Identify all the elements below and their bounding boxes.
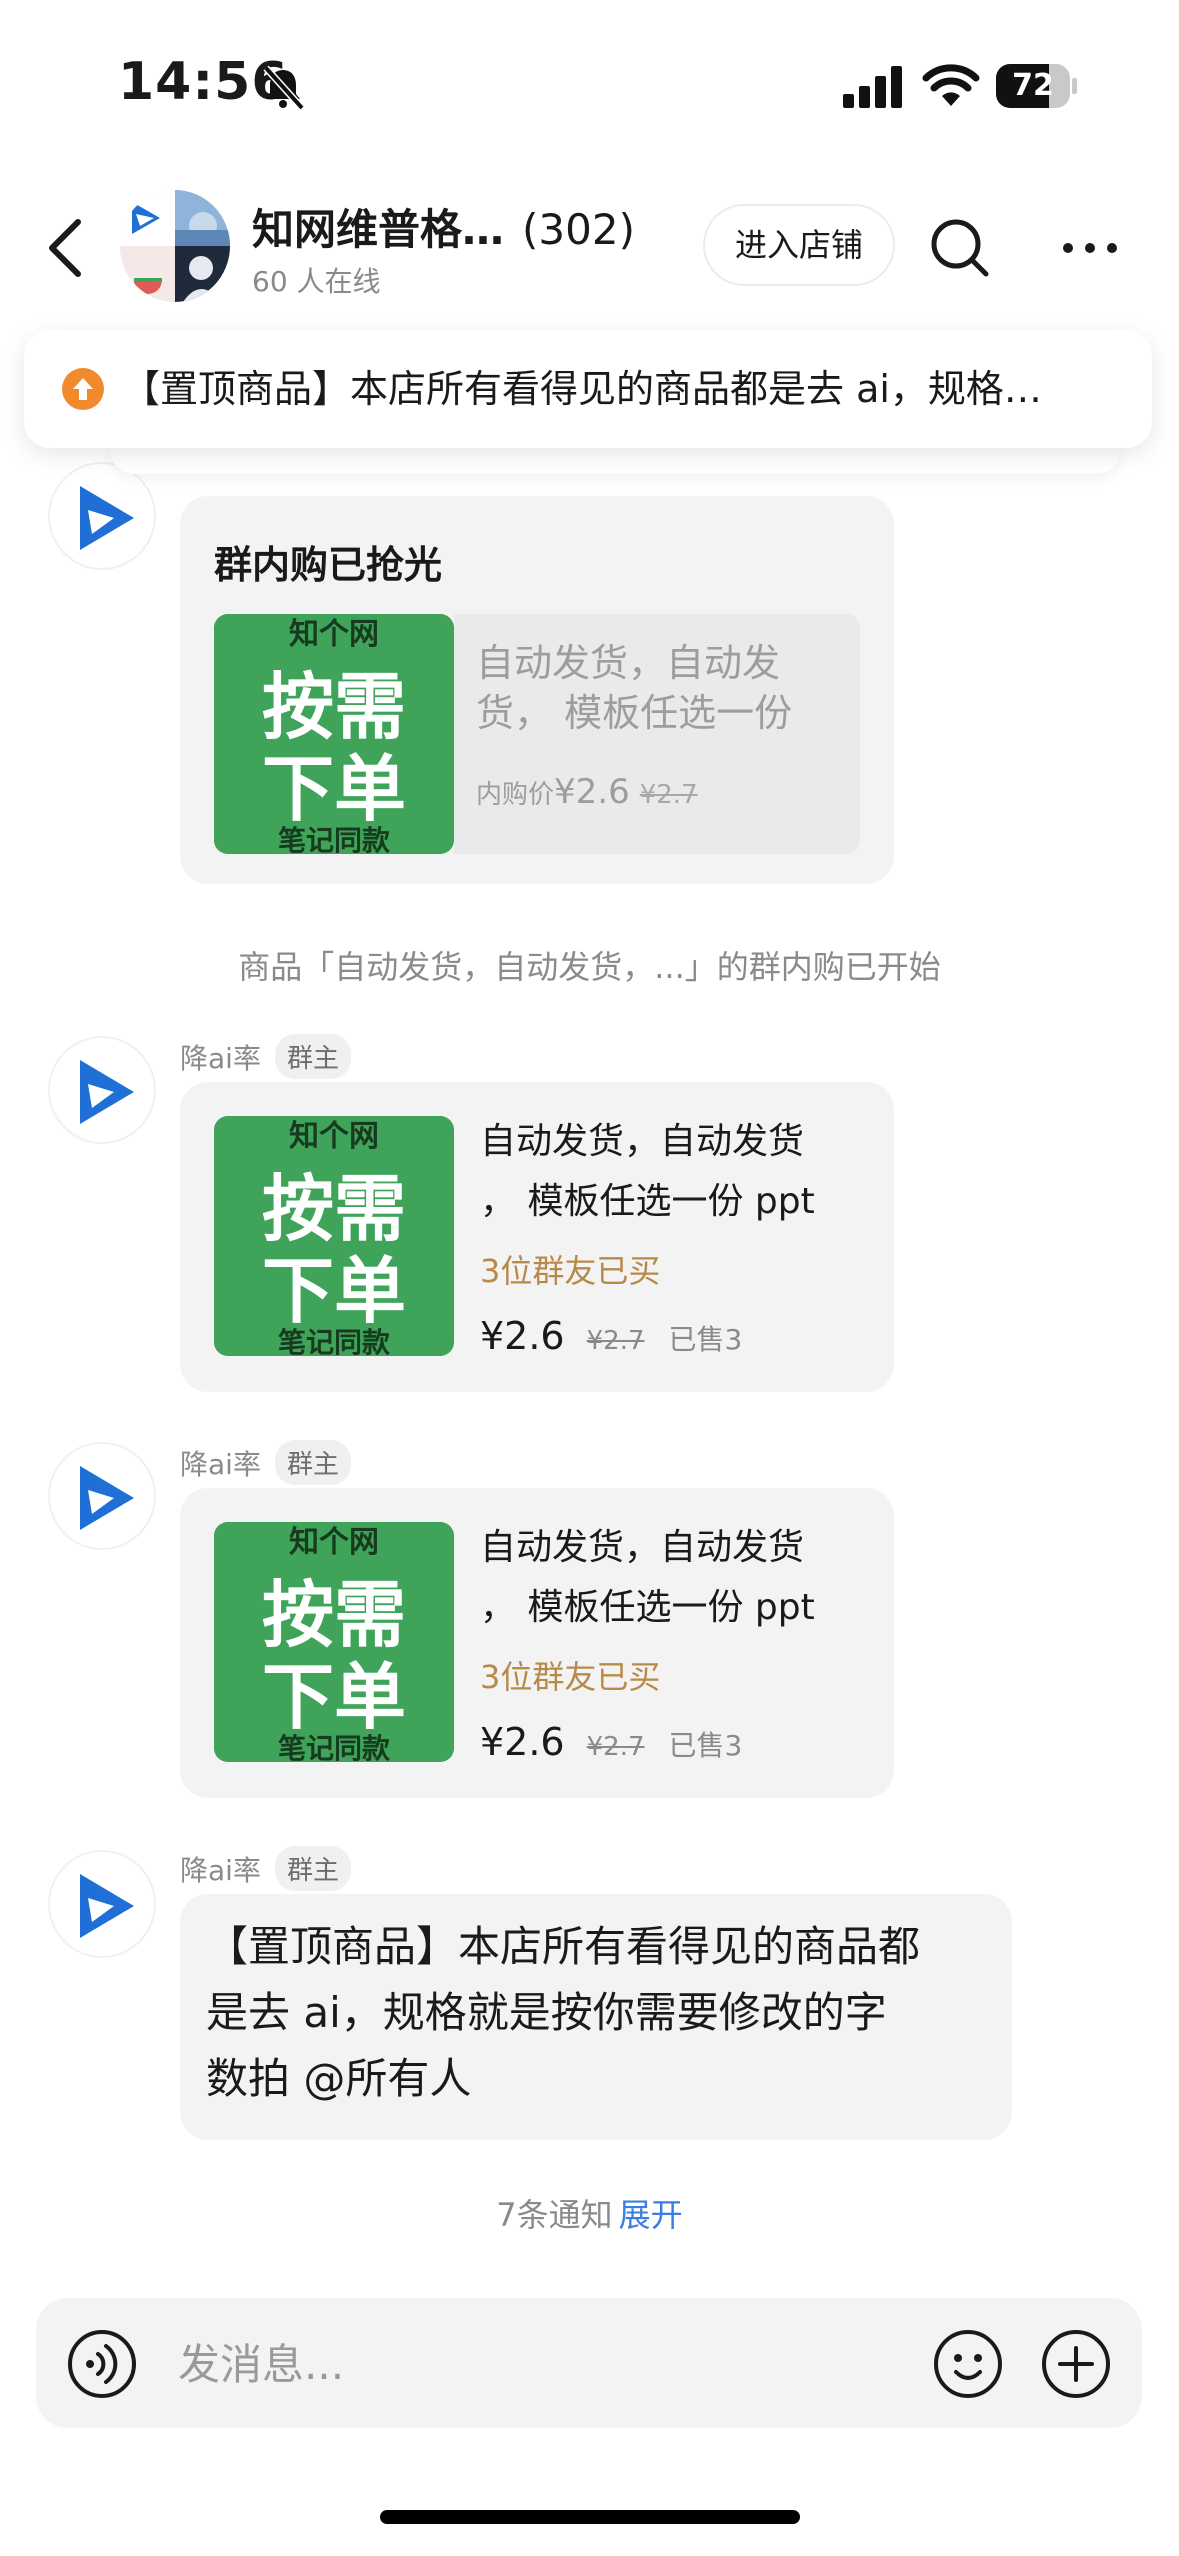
battery-indicator: 72 — [996, 64, 1077, 108]
message-text-line2: 是去 ai，规格就是按你需要修改的字 — [206, 1988, 887, 2037]
product-image-bottom: 笔记同款 — [278, 1326, 391, 1356]
product-image-big2: 下单 — [262, 1249, 406, 1333]
product-title-line2: ， 模板任选一份 ppt — [480, 1181, 815, 1222]
pin-up-icon — [62, 368, 104, 410]
product-image-top: 知个网 — [289, 1119, 379, 1154]
message-text-line1: 【置顶商品】本店所有看得见的商品都 — [206, 1922, 921, 1971]
product-price: ¥2.6 — [480, 1720, 565, 1764]
product-old-price: ¥2.7 — [586, 1732, 645, 1762]
role-badge: 群主 — [274, 1440, 351, 1485]
product-image-big1: 按需 — [262, 1573, 406, 1657]
product-card[interactable]: 知个网 按需 下单 笔记同款 自动发货，自动发货 ， 模板任选一份 ppt 3位… — [180, 1488, 894, 1798]
product-price: ¥2.6 — [480, 1314, 565, 1358]
system-notice: 商品「自动发货，自动发货，...」的群内购已开始 — [238, 948, 941, 986]
product-price: ¥2.6 — [554, 772, 630, 812]
status-bar: 14:56 72 — [0, 0, 1179, 170]
bell-muted-icon — [263, 65, 305, 111]
group-avatar[interactable] — [120, 190, 230, 302]
home-indicator[interactable] — [380, 2510, 800, 2524]
product-image: 知个网 按需 下单 笔记同款 — [214, 614, 454, 854]
product-image: 知个网 按需 下单 笔记同款 — [214, 1116, 454, 1356]
message-input[interactable] — [178, 2328, 778, 2400]
voice-icon[interactable] — [66, 2328, 138, 2400]
sender-line: 降ai率 群主 — [180, 1440, 351, 1485]
product-image-bottom: 笔记同款 — [278, 1732, 391, 1762]
emoji-icon[interactable] — [932, 2328, 1004, 2400]
product-image: 知个网 按需 下单 笔记同款 — [214, 1522, 454, 1762]
product-title-line1: 自动发货，自动发货 — [480, 1121, 805, 1162]
expand-link[interactable]: 展开 — [619, 2196, 683, 2234]
product-title-line1: 自动发货，自动发货 — [480, 1527, 805, 1568]
product-image-big1: 按需 — [262, 1167, 406, 1251]
product-image-big2: 下单 — [262, 747, 406, 831]
back-icon[interactable] — [44, 216, 88, 280]
product-image-big2: 下单 — [262, 1655, 406, 1739]
sender-name: 降ai率 — [180, 1447, 261, 1481]
bought-count: 3位群友已买 — [480, 1658, 661, 1696]
search-icon[interactable] — [928, 216, 992, 280]
pinned-banner[interactable]: 【置顶商品】本店所有看得见的商品都是去 ai，规格… — [24, 330, 1152, 448]
group-title[interactable]: 知网维普格… (302) — [252, 196, 635, 257]
sender-line: 降ai率 群主 — [180, 1846, 351, 1891]
notifications-line: 7条通知 展开 — [0, 2190, 1179, 2236]
more-icon[interactable] — [1062, 236, 1118, 260]
text-message-bubble[interactable]: 【置顶商品】本店所有看得见的商品都 是去 ai，规格就是按你需要修改的字 数拍 … — [180, 1894, 1012, 2140]
role-badge: 群主 — [274, 1034, 351, 1079]
price-label: 内购价 — [476, 780, 555, 810]
message-text-line3: 数拍 @所有人 — [206, 2054, 472, 2103]
signal-icon — [843, 66, 902, 108]
sender-avatar[interactable] — [48, 1442, 156, 1550]
role-badge: 群主 — [274, 1846, 351, 1891]
plus-icon[interactable] — [1040, 2328, 1112, 2400]
message-input-bar — [36, 2298, 1142, 2428]
product-old-price: ¥2.7 — [639, 780, 698, 810]
sender-avatar[interactable] — [48, 1036, 156, 1144]
notifications-count: 7条通知 — [496, 2196, 613, 2234]
bought-count: 3位群友已买 — [480, 1252, 661, 1290]
product-image-bottom: 笔记同款 — [278, 824, 391, 854]
sender-name: 降ai率 — [180, 1041, 261, 1075]
group-buy-headline: 群内购已抢光 — [214, 543, 443, 587]
battery-percent: 72 — [1012, 68, 1054, 103]
pinned-text: 【置顶商品】本店所有看得见的商品都是去 ai，规格… — [122, 367, 1042, 411]
enter-shop-button[interactable]: 进入店铺 — [703, 204, 895, 286]
sender-line: 降ai率 群主 — [180, 1034, 351, 1079]
product-image-big1: 按需 — [262, 665, 406, 749]
member-count: (302) — [522, 205, 635, 254]
sold-count: 已售3 — [668, 1729, 743, 1762]
product-title-line2: ， 模板任选一份 ppt — [480, 1587, 815, 1628]
product-image-top: 知个网 — [289, 617, 379, 652]
product-title-line2: 货， 模板任选一份 — [476, 691, 793, 735]
sender-name: 降ai率 — [180, 1853, 261, 1887]
product-title-line1: 自动发货，自动发 — [476, 641, 781, 685]
sender-avatar[interactable] — [48, 1850, 156, 1958]
product-image-top: 知个网 — [289, 1525, 379, 1560]
wifi-icon — [922, 64, 980, 106]
product-old-price: ¥2.7 — [586, 1326, 645, 1356]
product-card[interactable]: 知个网 按需 下单 笔记同款 自动发货，自动发货 ， 模板任选一份 ppt 3位… — [180, 1082, 894, 1392]
sender-avatar[interactable] — [48, 462, 156, 570]
sold-count: 已售3 — [668, 1323, 743, 1356]
group-buy-card[interactable]: 群内购已抢光 知个网 按需 下单 笔记同款 自动发货，自动发 货， 模板任选一份… — [180, 496, 894, 884]
online-count: 60 人在线 — [252, 265, 381, 298]
chat-header: 知网维普格… (302) 60 人在线 进入店铺 — [0, 180, 1179, 320]
